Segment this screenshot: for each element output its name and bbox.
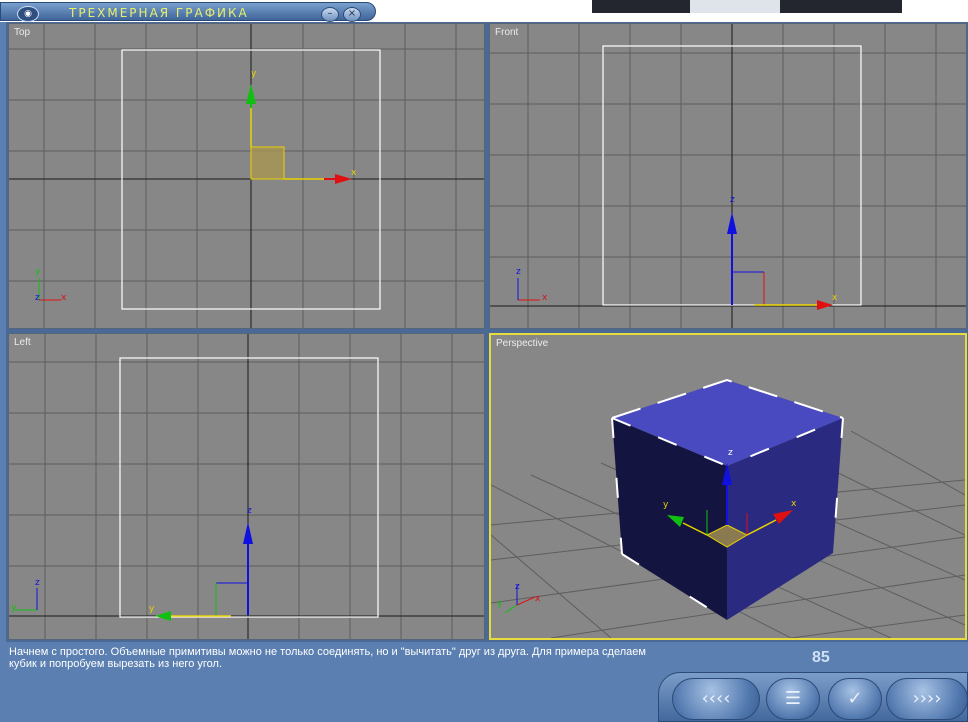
- close-icon[interactable]: ×: [343, 7, 361, 22]
- persp-z-axis-label: z: [728, 448, 733, 458]
- viewport-top[interactable]: Top y x y z x: [8, 23, 485, 329]
- lesson-description: Начнем с простого. Объемные примитивы мо…: [9, 646, 646, 670]
- viewport-label-left: Left: [14, 337, 31, 348]
- top-y-axis-label: y: [251, 69, 257, 79]
- persp-tripod-z: z: [515, 582, 520, 592]
- persp-y-axis-label: y: [663, 500, 669, 510]
- left-y-axis-label: y: [149, 604, 155, 614]
- left-z-axis-label: z: [247, 506, 252, 516]
- rewind-icon[interactable]: ‹‹‹‹: [672, 678, 760, 720]
- left-grid: [9, 334, 484, 639]
- menu-icon[interactable]: ☰: [766, 678, 820, 720]
- left-axis-tripod-icon: [15, 588, 38, 611]
- front-x-axis-label: x: [832, 293, 838, 303]
- viewport-label-perspective: Perspective: [496, 338, 549, 349]
- persp-tripod-x: x: [535, 594, 541, 604]
- front-tripod-z: z: [516, 267, 521, 277]
- window-title: ТРЕХМЕРНАЯ ГРАФИКА: [69, 6, 249, 20]
- checkmark-icon[interactable]: ✓: [828, 678, 882, 720]
- persp-axis-tripod-icon: [504, 585, 536, 614]
- title-bar: ◉ ТРЕХМЕРНАЯ ГРАФИКА – ×: [0, 0, 968, 22]
- left-tripod-z: z: [35, 578, 40, 588]
- top-tripod-y: y: [35, 267, 41, 277]
- left-tripod-y: y: [11, 603, 17, 613]
- page-number: 85: [812, 649, 830, 666]
- background-thumbnail-light: [690, 0, 780, 13]
- top-x-axis-label: x: [351, 168, 357, 178]
- title-pill: ◉ ТРЕХМЕРНАЯ ГРАФИКА – ×: [0, 2, 376, 22]
- top-tripod-z: z: [35, 293, 40, 303]
- persp-x-axis-label: x: [791, 499, 797, 509]
- forward-icon[interactable]: ››››: [886, 678, 968, 720]
- perspective-scene: [491, 378, 965, 638]
- minimize-icon[interactable]: –: [321, 7, 339, 22]
- top-tripod-x: x: [61, 293, 67, 303]
- viewport-left[interactable]: Left z y z y: [8, 333, 485, 640]
- viewport-label-front: Front: [495, 27, 519, 38]
- viewport-front[interactable]: Front z x z x: [489, 23, 967, 329]
- viewport-label-top: Top: [14, 27, 31, 38]
- persp-tripod-y: y: [497, 599, 503, 609]
- app-icon[interactable]: ◉: [17, 6, 39, 22]
- front-z-axis-label: z: [730, 195, 735, 205]
- front-tripod-x: x: [542, 293, 548, 303]
- viewport-perspective[interactable]: Perspective z x y z x y: [489, 333, 967, 640]
